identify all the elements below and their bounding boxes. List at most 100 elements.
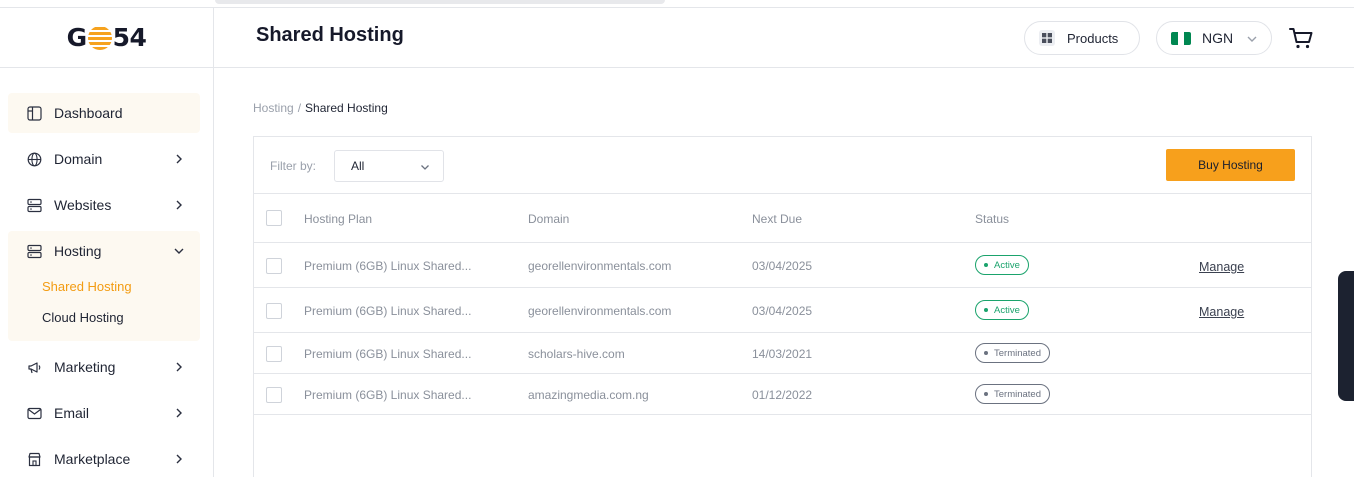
table-row: Premium (6GB) Linux Shared... georellenv…: [254, 243, 1311, 288]
table-row: Premium (6GB) Linux Shared... amazingmed…: [254, 374, 1311, 415]
sidebar-item-email[interactable]: Email: [8, 393, 200, 433]
mail-icon: [26, 405, 42, 421]
go54-logo[interactable]: G 54: [67, 23, 147, 52]
logo-number: 54: [112, 23, 147, 52]
breadcrumb: Hosting / Shared Hosting: [253, 101, 388, 115]
chevron-right-icon: [176, 200, 182, 210]
chevron-down-icon: [174, 248, 184, 254]
sidebar-item-label: Marketing: [54, 359, 116, 375]
domain-cell: georellenvironmentals.com: [528, 304, 672, 318]
sidebar-item-label: Marketplace: [54, 451, 131, 467]
status-text: Terminated: [994, 347, 1041, 359]
next-due-cell: 14/03/2021: [752, 347, 813, 361]
browser-top-strip: [0, 0, 1354, 8]
status-text: Active: [994, 304, 1020, 316]
filter-row: Filter by: All Buy Hosting: [254, 137, 1311, 194]
sidebar-item-label: Hosting: [54, 243, 102, 259]
currency-label: NGN: [1202, 30, 1234, 46]
status-dot: [984, 308, 988, 312]
status-cell: Active: [975, 255, 1029, 275]
sidebar-item-label: Domain: [54, 151, 103, 167]
sidebar-item-domain[interactable]: Domain: [8, 139, 200, 179]
status-cell: Terminated: [975, 384, 1050, 404]
breadcrumb-current: Shared Hosting: [305, 101, 388, 115]
megaphone-icon: [26, 359, 42, 375]
logo-sun-icon: [87, 25, 112, 50]
cart-icon[interactable]: [1288, 25, 1314, 51]
grid-icon: [1039, 30, 1055, 46]
status-dot: [984, 263, 988, 267]
row-checkbox[interactable]: [266, 387, 282, 403]
server-icon: [26, 197, 42, 213]
products-button[interactable]: Products: [1024, 21, 1140, 55]
store-icon: [26, 451, 42, 467]
row-checkbox[interactable]: [266, 346, 282, 362]
sidebar-item-hosting[interactable]: Hosting: [8, 231, 200, 271]
chevron-right-icon: [176, 408, 182, 418]
chevron-right-icon: [176, 154, 182, 164]
filter-select[interactable]: All: [334, 150, 444, 182]
status-text: Terminated: [994, 388, 1041, 400]
sidebar-item-label: Websites: [54, 197, 112, 213]
sidebar-item-label: Dashboard: [54, 105, 123, 121]
currency-selector[interactable]: NGN: [1156, 21, 1272, 55]
status-badge: Active: [975, 255, 1029, 275]
row-checkbox[interactable]: [266, 258, 282, 274]
sidebar: G 54 Dashboard Domain Websites Hosting S…: [0, 8, 214, 477]
breadcrumb-separator: /: [297, 101, 302, 115]
hosting-group: Hosting Shared Hosting Cloud Hosting: [8, 231, 200, 341]
hosting-plan-cell: Premium (6GB) Linux Shared...: [304, 304, 472, 318]
table-row: Premium (6GB) Linux Shared... georellenv…: [254, 288, 1311, 333]
sidebar-subitem-shared-hosting[interactable]: Shared Hosting: [8, 271, 200, 302]
manage-link[interactable]: Manage: [1199, 260, 1244, 274]
hosting-panel: Filter by: All Buy Hosting Hosting Plan …: [253, 136, 1312, 477]
layout-icon: [26, 105, 42, 121]
domain-cell: amazingmedia.com.ng: [528, 388, 649, 402]
select-all-checkbox[interactable]: [266, 210, 282, 226]
breadcrumb-parent[interactable]: Hosting: [253, 101, 294, 115]
domain-cell: georellenvironmentals.com: [528, 259, 672, 273]
filter-label: Filter by:: [270, 159, 317, 173]
table-header: Hosting Plan Domain Next Due Status: [254, 194, 1311, 243]
chevron-right-icon: [176, 362, 182, 372]
column-header-next-due: Next Due: [752, 212, 803, 226]
next-due-cell: 03/04/2025: [752, 304, 813, 318]
sidebar-item-websites[interactable]: Websites: [8, 185, 200, 225]
logo-area: G 54: [0, 8, 213, 68]
sidebar-item-marketing[interactable]: Marketing: [8, 347, 200, 387]
sidebar-subitem-cloud-hosting[interactable]: Cloud Hosting: [8, 302, 200, 333]
row-checkbox[interactable]: [266, 303, 282, 319]
tab-hint: [215, 0, 665, 4]
chevron-down-icon: [1247, 36, 1257, 42]
table-row: Premium (6GB) Linux Shared... scholars-h…: [254, 333, 1311, 374]
sidebar-item-dashboard[interactable]: Dashboard: [8, 93, 200, 133]
floating-side-tab[interactable]: [1338, 271, 1354, 401]
status-cell: Active: [975, 300, 1029, 320]
status-badge: Terminated: [975, 343, 1050, 363]
filter-selected-value: All: [351, 159, 365, 173]
status-cell: Terminated: [975, 343, 1050, 363]
next-due-cell: 03/04/2025: [752, 259, 813, 273]
sidebar-nav: Dashboard Domain Websites Hosting Shared…: [0, 68, 213, 477]
status-badge: Active: [975, 300, 1029, 320]
manage-link[interactable]: Manage: [1199, 305, 1244, 319]
page-title: Shared Hosting: [256, 24, 404, 46]
chevron-down-icon: [421, 165, 429, 170]
status-text: Active: [994, 259, 1020, 271]
sidebar-item-marketplace[interactable]: Marketplace: [8, 439, 200, 477]
hosting-plan-cell: Premium (6GB) Linux Shared...: [304, 388, 472, 402]
status-dot: [984, 392, 988, 396]
globe-icon: [26, 151, 42, 167]
buy-hosting-button[interactable]: Buy Hosting: [1166, 149, 1295, 181]
hosting-plan-cell: Premium (6GB) Linux Shared...: [304, 347, 472, 361]
products-label: Products: [1067, 30, 1119, 46]
next-due-cell: 01/12/2022: [752, 388, 813, 402]
status-dot: [984, 351, 988, 355]
column-header-plan: Hosting Plan: [304, 212, 373, 226]
nigeria-flag-icon: [1171, 31, 1191, 45]
logo-letter-g: G: [66, 23, 88, 52]
column-header-status: Status: [975, 212, 1010, 226]
server-icon: [26, 243, 42, 259]
sidebar-item-label: Email: [54, 405, 90, 421]
top-header: Shared Hosting Products NGN: [214, 8, 1354, 68]
